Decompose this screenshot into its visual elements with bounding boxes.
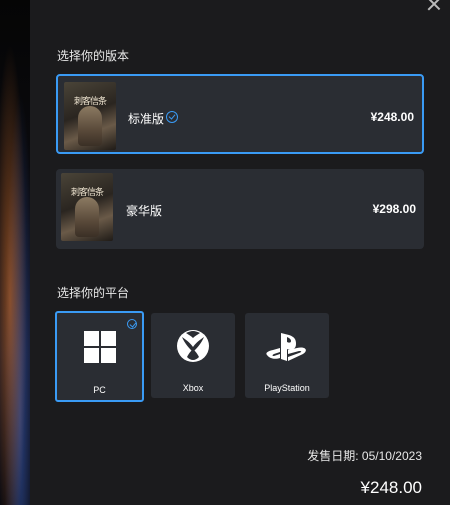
edition-price: ¥248.00	[370, 110, 414, 124]
platforms-heading: 选择你的平台	[57, 286, 130, 300]
editions-heading: 选择你的版本	[57, 49, 130, 63]
platform-card-xbox[interactable]: Xbox	[151, 313, 235, 398]
platform-label: PC	[93, 385, 106, 395]
selected-check-icon	[166, 111, 178, 123]
playstation-icon	[265, 331, 309, 368]
release-date: 发售日期: 05/10/2023	[307, 449, 422, 463]
game-cover-image: 刺客信条	[61, 173, 113, 241]
platform-card-playstation[interactable]: PlayStation	[245, 313, 329, 398]
cover-figure	[78, 106, 102, 146]
edition-card-standard[interactable]: 刺客信条 标准版 ¥248.00	[56, 74, 424, 154]
windows-icon	[83, 331, 116, 368]
edition-name: 豪华版	[126, 204, 163, 218]
close-icon[interactable]	[426, 0, 442, 12]
platform-card-pc[interactable]: PC	[55, 311, 144, 402]
selected-check-icon	[127, 319, 137, 329]
game-cover-image: 刺客信条	[64, 82, 116, 150]
cover-figure	[75, 197, 99, 237]
edition-card-deluxe[interactable]: 刺客信条 豪华版 ¥298.00	[56, 169, 424, 249]
edition-name: 标准版	[128, 112, 165, 126]
platform-label: PlayStation	[264, 383, 310, 393]
xbox-icon	[176, 329, 210, 368]
background-artwork	[0, 0, 30, 505]
total-price: ¥248.00	[360, 478, 422, 497]
platform-label: Xbox	[182, 383, 204, 393]
edition-price: ¥298.00	[372, 202, 416, 216]
